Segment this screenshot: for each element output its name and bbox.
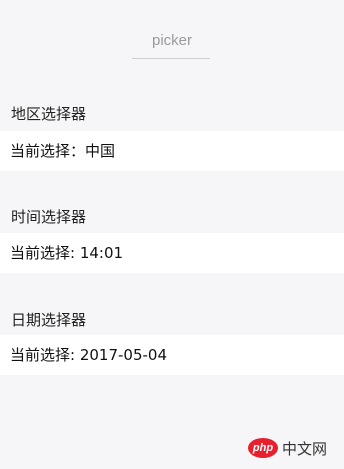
date-picker-value: 当前选择: 2017-05-04	[10, 346, 167, 364]
php-logo-icon: php	[248, 438, 278, 458]
time-picker-row[interactable]: 当前选择: 14:01	[0, 233, 344, 273]
time-picker-value: 当前选择: 14:01	[10, 244, 124, 262]
page-title: picker	[151, 32, 192, 49]
picker-page: picker 地区选择器 当前选择：中国 时间选择器 当前选择: 14:01 日…	[0, 0, 344, 469]
date-picker-row[interactable]: 当前选择: 2017-05-04	[0, 335, 344, 375]
time-picker-label: 时间选择器	[11, 208, 87, 226]
title-underline	[132, 58, 210, 59]
region-picker-value: 当前选择：中国	[10, 142, 116, 160]
region-picker-label: 地区选择器	[11, 105, 87, 123]
date-picker-label: 日期选择器	[11, 311, 87, 329]
watermark-site-text: 中文网	[282, 439, 328, 458]
php-watermark: php 中文网	[248, 435, 338, 461]
region-picker-row[interactable]: 当前选择：中国	[0, 131, 344, 171]
